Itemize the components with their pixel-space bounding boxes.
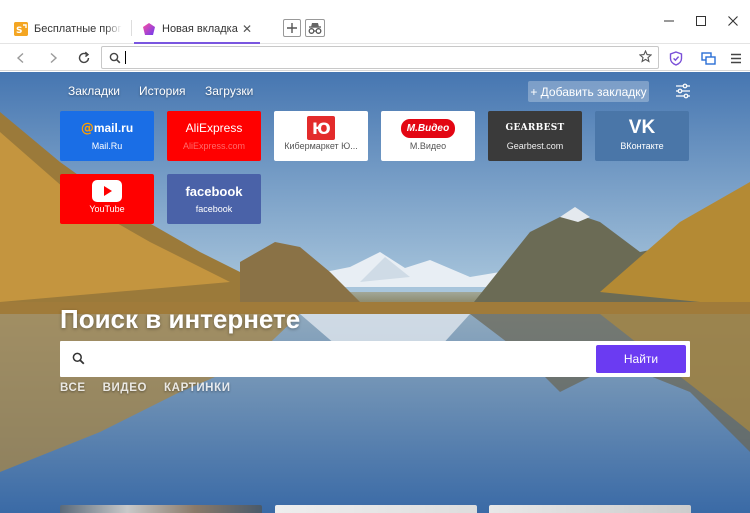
tile-youtube[interactable]: YouTube: [60, 174, 154, 224]
nav-history[interactable]: История: [139, 84, 186, 100]
feed-card[interactable]: [60, 505, 262, 513]
gearbest-logo: GEARBEST: [488, 111, 582, 141]
reload-icon: [78, 51, 90, 64]
maximize-button[interactable]: [686, 10, 716, 32]
nav-downloads[interactable]: Загрузки: [205, 84, 253, 100]
hamburger-menu-icon: [731, 53, 741, 63]
tile-caption: ВКонтакте: [620, 141, 664, 151]
main-menu-button[interactable]: [725, 47, 747, 69]
plus-icon: [287, 23, 297, 33]
tile-caption: М.Видео: [409, 141, 447, 151]
tile-kibermarket[interactable]: Ю Кибермаркет Ю...: [274, 111, 368, 161]
tab-new-tab[interactable]: Новая вкладка ✕: [134, 14, 260, 44]
forward-button[interactable]: [42, 47, 64, 69]
tile-vkontakte[interactable]: VK ВКонтакте: [595, 111, 689, 161]
reload-button[interactable]: [73, 47, 95, 69]
web-search-box: Найти: [60, 341, 690, 377]
add-bookmark-button[interactable]: + Добавить закладку: [528, 81, 649, 102]
gearbest-logo-text: GEARBEST: [505, 123, 565, 133]
feed-card[interactable]: [489, 505, 691, 513]
tabs-sync-button[interactable]: [697, 47, 719, 69]
category-images[interactable]: КАРТИНКИ: [164, 382, 231, 394]
search-categories: ВСЕ ВИДЕО КАРТИНКИ: [60, 382, 231, 394]
minimize-icon: [664, 20, 674, 22]
mvideo-logo-text: М.Видео: [400, 118, 456, 138]
aliexpress-logo-text: AliExpress: [185, 121, 243, 135]
tab-label: Новая вкладка: [162, 23, 238, 35]
tile-caption: facebook: [195, 204, 233, 214]
mailru-logo-text: mail.ru: [93, 121, 134, 135]
shield-icon: [669, 50, 683, 66]
tile-mvideo[interactable]: М.Видео М.Видео: [381, 111, 475, 161]
address-input[interactable]: [126, 49, 626, 66]
svg-text:S: S: [16, 26, 22, 36]
nav-bookmarks[interactable]: Закладки: [68, 84, 120, 100]
tab-free-programs[interactable]: S Бесплатные программ: [6, 14, 130, 44]
yandex-browser-icon: [142, 22, 156, 36]
close-tab-icon[interactable]: ✕: [242, 22, 252, 36]
incognito-icon: [308, 23, 322, 34]
new-tab-button[interactable]: [283, 19, 301, 37]
tile-aliexpress[interactable]: AliExpress AliExpress.com: [167, 111, 261, 161]
protect-shield-button[interactable]: [665, 47, 687, 69]
category-video[interactable]: ВИДЕО: [103, 382, 147, 394]
feed-card[interactable]: [275, 505, 477, 513]
tile-caption: YouTube: [89, 204, 125, 214]
facebook-logo-text: facebook: [185, 183, 243, 199]
tile-caption: Mail.Ru: [91, 141, 123, 151]
search-icon: [109, 52, 121, 67]
back-button[interactable]: [10, 47, 32, 69]
bookmark-star-icon[interactable]: [638, 49, 653, 66]
mvideo-logo: М.Видео: [381, 111, 475, 141]
tile-mailru[interactable]: @ mail.ru Mail.Ru: [60, 111, 154, 161]
tile-caption: Кибермаркет Ю...: [284, 141, 358, 151]
kibermarket-logo-text: Ю: [312, 119, 331, 138]
title-bar: S Бесплатные программ Новая вкладка ✕: [0, 0, 750, 44]
tile-gearbest[interactable]: GEARBEST Gearbest.com: [488, 111, 582, 161]
vk-logo: VK: [595, 111, 689, 141]
web-search-input[interactable]: [94, 349, 634, 369]
tile-caption: Gearbest.com: [506, 141, 564, 151]
youtube-logo: [60, 174, 154, 204]
arrow-left-icon: [16, 52, 24, 64]
sliders-icon: [676, 83, 690, 99]
maximize-icon: [696, 16, 706, 26]
tile-caption: AliExpress.com: [182, 141, 245, 151]
softportal-icon: S: [14, 22, 28, 36]
tab-label: Бесплатные программ: [34, 23, 122, 35]
tile-facebook[interactable]: facebook facebook: [167, 174, 261, 224]
search-icon: [72, 352, 85, 368]
close-window-button[interactable]: [718, 10, 748, 32]
arrow-right-icon: [50, 52, 58, 64]
minimize-button[interactable]: [654, 10, 684, 32]
new-tab-page: Закладки История Загрузки + Добавить зак…: [0, 72, 750, 513]
browser-toolbar: [0, 44, 750, 71]
close-icon: [728, 16, 738, 26]
aliexpress-logo: AliExpress: [167, 111, 261, 141]
tabs-icon: [700, 51, 716, 65]
mailru-logo: @ mail.ru: [80, 120, 134, 136]
vk-logo-text: VK: [628, 117, 656, 138]
address-bar[interactable]: [101, 46, 659, 69]
customize-settings-button[interactable]: [674, 82, 692, 100]
kibermarket-yu-logo: Ю: [274, 111, 368, 141]
tab-separator: [131, 20, 132, 36]
facebook-logo: facebook: [167, 174, 261, 204]
search-title: Поиск в интернете: [60, 304, 301, 334]
category-all[interactable]: ВСЕ: [60, 382, 86, 394]
incognito-button[interactable]: [305, 19, 325, 37]
search-submit-button[interactable]: Найти: [596, 345, 686, 373]
youtube-play-icon: [92, 180, 122, 202]
